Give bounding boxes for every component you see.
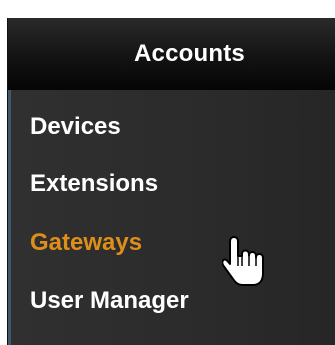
hand-pointer-icon bbox=[222, 236, 264, 286]
menu-item-extensions[interactable]: Extensions bbox=[30, 164, 320, 204]
menu-header[interactable]: Accounts bbox=[8, 18, 335, 90]
menu-item-user-manager[interactable]: User Manager bbox=[30, 281, 320, 321]
menu-left-border bbox=[8, 90, 11, 345]
accounts-dropdown-menu: Accounts Devices Extensions Gateways Use… bbox=[8, 18, 335, 345]
menu-item-devices[interactable]: Devices bbox=[30, 107, 320, 147]
menu-item-gateways[interactable]: Gateways bbox=[30, 223, 320, 263]
menu-title: Accounts bbox=[134, 40, 245, 67]
